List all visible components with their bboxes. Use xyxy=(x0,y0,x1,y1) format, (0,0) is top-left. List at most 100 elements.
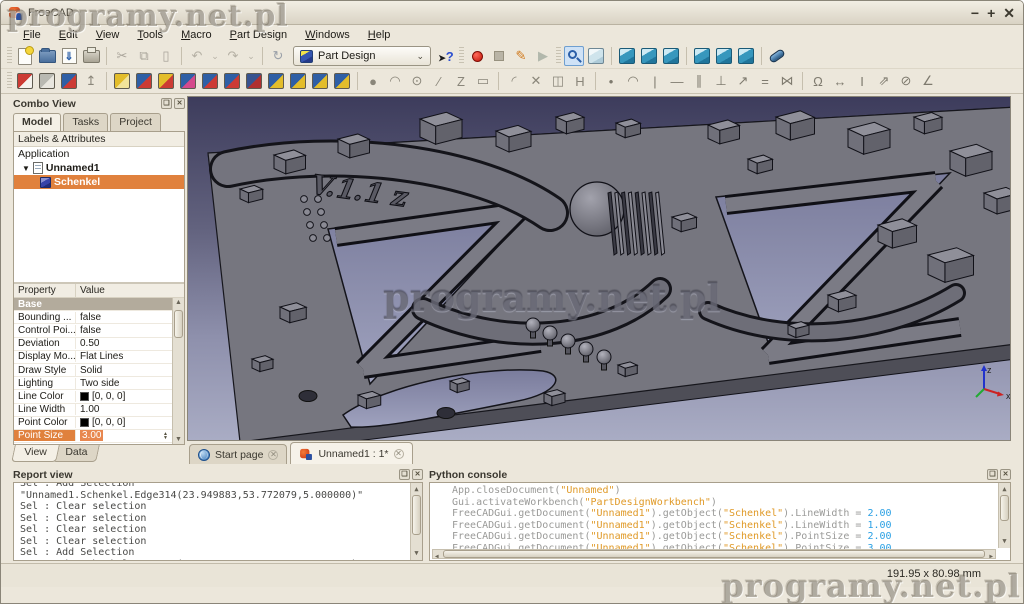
constraint-vertical-distance-icon[interactable]: I xyxy=(852,71,872,91)
mirrored-pattern-icon[interactable] xyxy=(266,71,286,91)
left-view-icon[interactable] xyxy=(736,46,756,66)
property-row[interactable]: Point Color[0, 0, 0] xyxy=(14,417,172,430)
map-sketch-icon[interactable] xyxy=(59,71,79,91)
sketch-circle-icon[interactable]: ⊙ xyxy=(407,71,427,91)
document-tab-unnamed1-1-[interactable]: Unnamed1 : 1*✕ xyxy=(290,442,412,464)
toolbar-drag-handle[interactable] xyxy=(459,47,464,65)
constraint-coincident-icon[interactable]: • xyxy=(601,71,621,91)
copy-icon[interactable]: ⧉ xyxy=(134,46,154,66)
report-scrollbar[interactable]: ▲▼ xyxy=(410,483,422,560)
report-view-log[interactable]: Sel : Add Selection"Unnamed1.Schenkel.Ed… xyxy=(13,482,423,561)
chamfer-icon[interactable] xyxy=(222,71,242,91)
property-row[interactable]: Line Color[0, 0, 0] xyxy=(14,390,172,403)
bottom-view-icon[interactable] xyxy=(714,46,734,66)
spinner-buttons[interactable]: ▲▼ xyxy=(163,432,168,440)
pad-icon[interactable] xyxy=(112,71,132,91)
sketch-rectangle-icon[interactable]: ▭ xyxy=(473,71,493,91)
fillet-icon[interactable] xyxy=(200,71,220,91)
property-row[interactable]: Line Width1.00 xyxy=(14,404,172,417)
property-row[interactable]: Base xyxy=(14,298,172,311)
macro-edit-icon[interactable]: ✎ xyxy=(511,46,531,66)
import-icon[interactable]: ↥ xyxy=(81,71,101,91)
scrollbar-thumb[interactable] xyxy=(174,310,183,338)
construction-mode-icon[interactable]: H xyxy=(570,71,590,91)
property-row[interactable]: Point Size3.00▲▼ xyxy=(14,430,172,443)
tab-view[interactable]: View xyxy=(11,445,59,462)
redo-dropdown-icon[interactable]: ⌄ xyxy=(245,46,257,66)
undo-dropdown-icon[interactable]: ⌄ xyxy=(209,46,221,66)
print-icon[interactable] xyxy=(81,46,101,66)
right-view-icon[interactable] xyxy=(661,46,681,66)
sketch-trim-icon[interactable]: ✕ xyxy=(526,71,546,91)
sketch-external-icon[interactable]: ◫ xyxy=(548,71,568,91)
open-document-icon[interactable] xyxy=(37,46,57,66)
constraint-horizontal-icon[interactable]: — xyxy=(667,71,687,91)
tab-data[interactable]: Data xyxy=(52,445,100,462)
menu-macro[interactable]: Macro xyxy=(173,27,220,43)
combo-view-float-button[interactable]: ❑ xyxy=(161,98,172,109)
toolbar-drag-handle[interactable] xyxy=(556,47,561,65)
sketch-line-icon[interactable]: ∕ xyxy=(429,71,449,91)
new-document-icon[interactable] xyxy=(15,46,35,66)
python-console-log[interactable]: App.closeDocument("Unnamed")Gui.activate… xyxy=(429,482,1011,561)
menu-file[interactable]: File xyxy=(15,27,49,43)
sketch-arc-icon[interactable]: ◠ xyxy=(385,71,405,91)
sketch-fillet-icon[interactable]: ◜ xyxy=(504,71,524,91)
property-row[interactable]: Bounding ...false xyxy=(14,311,172,324)
multi-transform-icon[interactable] xyxy=(332,71,352,91)
property-scrollbar[interactable]: ▲ ▼ xyxy=(172,298,184,444)
3d-viewport[interactable]: V.1.1 z xyxy=(187,96,1011,441)
constraint-length-icon[interactable]: ⇗ xyxy=(874,71,894,91)
titlebar[interactable]: FreeCAD − + ✕ xyxy=(1,1,1023,25)
menu-edit[interactable]: Edit xyxy=(51,27,86,43)
redo-icon[interactable]: ↷ xyxy=(223,46,243,66)
tab-close-icon[interactable]: ✕ xyxy=(268,450,278,460)
new-sketch-icon[interactable] xyxy=(15,71,35,91)
python-h-scrollbar[interactable]: ◀▶ xyxy=(432,549,996,559)
whats-this-icon[interactable]: ➤? xyxy=(436,46,456,66)
draft-icon[interactable] xyxy=(244,71,264,91)
menu-part-design[interactable]: Part Design xyxy=(222,27,295,43)
scroll-down-icon[interactable]: ▼ xyxy=(173,436,184,443)
property-row[interactable]: Draw StyleSolid xyxy=(14,364,172,377)
axonometric-view-icon[interactable] xyxy=(586,46,606,66)
constraint-radius-icon[interactable]: ⊘ xyxy=(896,71,916,91)
minimize-button[interactable]: − xyxy=(971,3,979,23)
toolbar-drag-handle[interactable] xyxy=(7,47,12,65)
fit-all-icon[interactable] xyxy=(564,46,584,66)
property-row[interactable]: LightingTwo side xyxy=(14,377,172,390)
toolbar-drag-handle[interactable] xyxy=(7,72,12,90)
tree-item-document[interactable]: ▼ Unnamed1 xyxy=(14,161,184,175)
polar-pattern-icon[interactable] xyxy=(310,71,330,91)
macro-play-icon[interactable]: ▶ xyxy=(533,46,553,66)
top-view-icon[interactable] xyxy=(639,46,659,66)
tab-project[interactable]: Project xyxy=(110,113,161,131)
tab-tasks[interactable]: Tasks xyxy=(63,113,108,131)
menu-windows[interactable]: Windows xyxy=(297,27,358,43)
linear-pattern-icon[interactable] xyxy=(288,71,308,91)
property-row[interactable]: Control Poi...false xyxy=(14,324,172,337)
constraint-symmetric-icon[interactable]: ⋈ xyxy=(777,71,797,91)
python-v-scrollbar[interactable]: ▲▼ xyxy=(998,483,1010,548)
scroll-up-icon[interactable]: ▲ xyxy=(173,299,184,306)
expander-icon[interactable]: ▼ xyxy=(22,164,30,173)
tab-model[interactable]: Model xyxy=(13,113,61,131)
maximize-button[interactable]: + xyxy=(987,3,995,23)
property-row[interactable]: Display Mo...Flat Lines xyxy=(14,351,172,364)
undo-icon[interactable]: ↶ xyxy=(187,46,207,66)
pocket-icon[interactable] xyxy=(178,71,198,91)
refresh-icon[interactable]: ↻ xyxy=(268,46,288,66)
sketch-point-icon[interactable]: ● xyxy=(363,71,383,91)
rear-view-icon[interactable] xyxy=(692,46,712,66)
constraint-tangent-icon[interactable]: ↗ xyxy=(733,71,753,91)
constraint-lock-icon[interactable]: Ω xyxy=(808,71,828,91)
property-row[interactable]: Deviation0.50 xyxy=(14,338,172,351)
constraint-angle-icon[interactable]: ∠ xyxy=(918,71,938,91)
menu-tools[interactable]: Tools xyxy=(129,27,171,43)
tree-item-application[interactable]: Application xyxy=(14,147,184,161)
constraint-parallel-icon[interactable]: ∥ xyxy=(689,71,709,91)
menu-help[interactable]: Help xyxy=(360,27,399,43)
menu-view[interactable]: View xyxy=(88,27,128,43)
combo-view-close-button[interactable]: ✕ xyxy=(174,98,185,109)
tab-close-icon[interactable]: ✕ xyxy=(394,449,404,459)
